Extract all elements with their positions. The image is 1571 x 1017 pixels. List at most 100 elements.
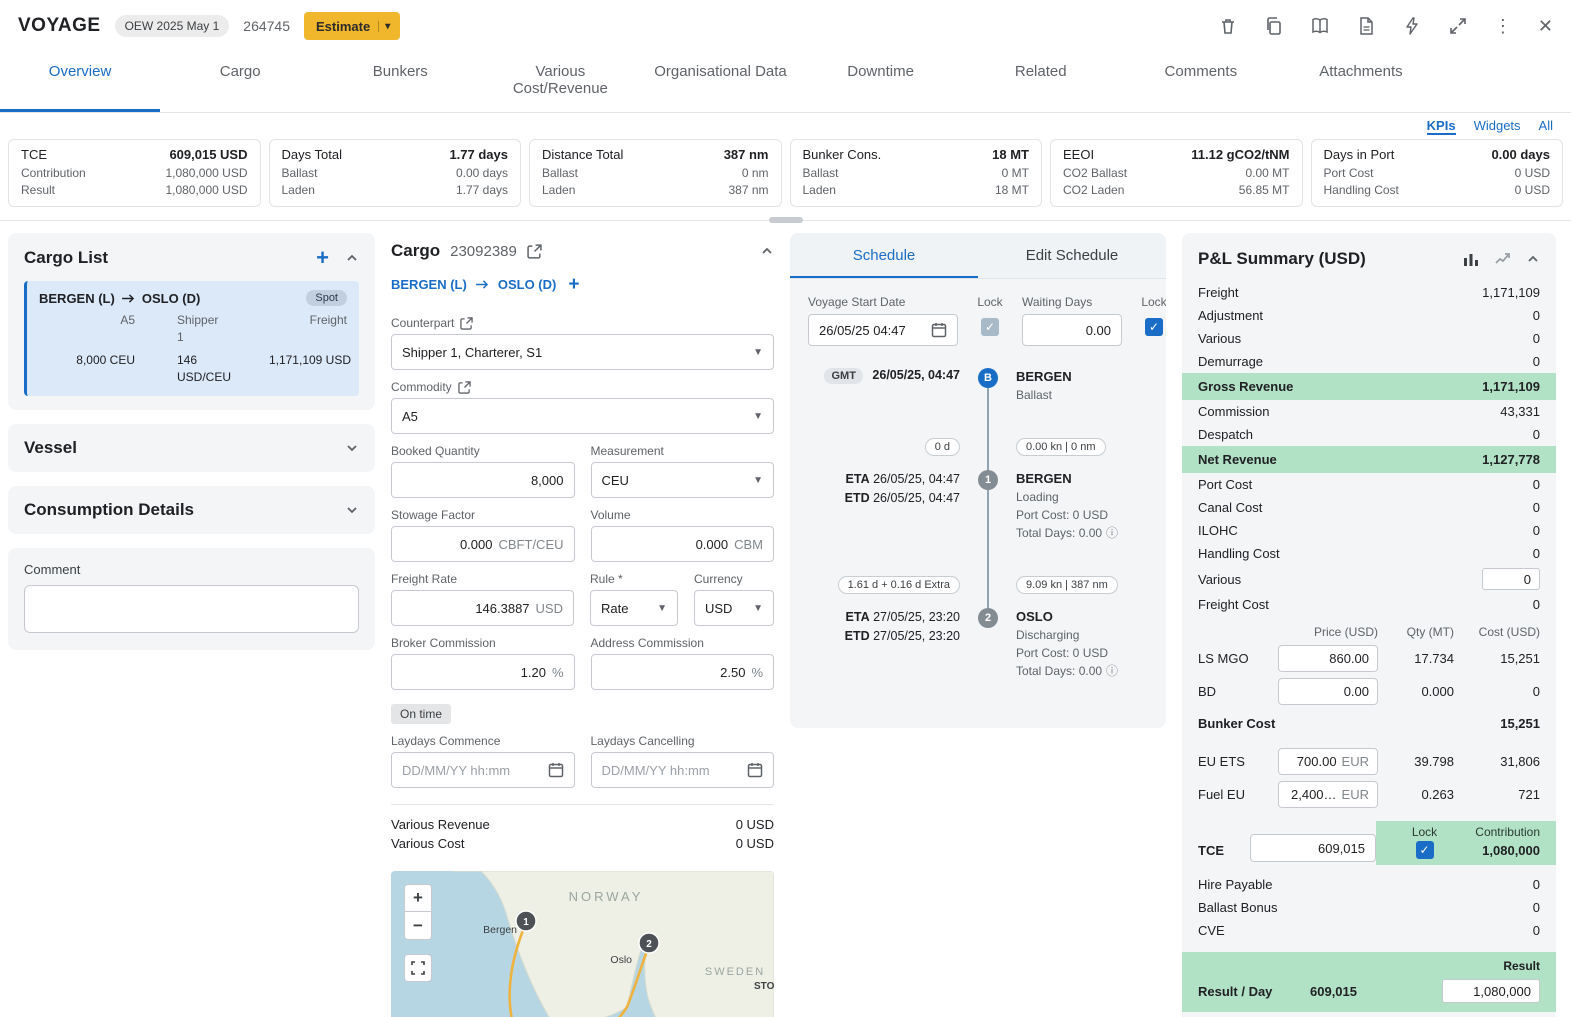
- bar-chart-icon[interactable]: [1462, 250, 1480, 268]
- info-icon[interactable]: ⓘ: [1106, 664, 1118, 678]
- calendar-icon[interactable]: [931, 322, 947, 338]
- stop-activity: Discharging: [1016, 626, 1148, 644]
- counterpart-external-icon[interactable]: [460, 317, 473, 330]
- view-link-kpis[interactable]: KPIs: [1427, 118, 1456, 135]
- booked-quantity-input[interactable]: 8,000: [391, 462, 575, 498]
- chevron-down-icon[interactable]: [345, 503, 359, 517]
- open-cargo-external-icon[interactable]: [527, 244, 542, 259]
- view-link-all[interactable]: All: [1539, 118, 1553, 135]
- add-cargo-icon[interactable]: +: [316, 247, 329, 269]
- map-fullscreen-button[interactable]: [404, 954, 432, 982]
- vessel-panel[interactable]: Vessel: [8, 424, 375, 472]
- trend-chart-icon[interactable]: [1494, 250, 1512, 268]
- tab-various-cost-revenue[interactable]: Various Cost/Revenue: [480, 52, 640, 112]
- tce-section: TCE 609,015 Lock Contribution ✓ 1,080,00…: [1182, 821, 1556, 865]
- tab-attachments[interactable]: Attachments: [1281, 52, 1441, 112]
- map-zoom-in-button[interactable]: +: [404, 884, 432, 912]
- counterpart-select[interactable]: Shipper 1, Charterer, S1 ▼: [391, 334, 774, 370]
- tab-schedule-view[interactable]: Schedule: [790, 233, 978, 278]
- tab-edit-schedule[interactable]: Edit Schedule: [978, 233, 1166, 278]
- stowage-factor-input[interactable]: 0.000CBFT/CEU: [391, 526, 575, 562]
- add-port-icon[interactable]: +: [568, 275, 579, 294]
- broker-commission-input[interactable]: 1.20%: [391, 654, 575, 690]
- tab-related[interactable]: Related: [961, 52, 1121, 112]
- chevron-up-icon[interactable]: [1526, 252, 1540, 266]
- schedule-column: Schedule Edit Schedule Voyage Start Date…: [790, 233, 1166, 728]
- map-zoom-out-button[interactable]: −: [404, 912, 432, 940]
- tab-downtime[interactable]: Downtime: [801, 52, 961, 112]
- tab-organisational-data[interactable]: Organisational Data: [640, 52, 800, 112]
- comment-input[interactable]: [24, 585, 359, 633]
- port-link-bergen[interactable]: BERGEN (L): [391, 277, 467, 292]
- voyage-start-date-input[interactable]: 26/05/25 04:47: [808, 314, 958, 346]
- broker-commission-unit: %: [552, 665, 564, 680]
- copy-icon[interactable]: [1264, 16, 1284, 36]
- pnl-row-label: Freight: [1198, 284, 1238, 301]
- info-icon[interactable]: ⓘ: [1106, 526, 1118, 540]
- waiting-days-lock-checkbox[interactable]: ✓: [1145, 318, 1163, 336]
- map-marker-1[interactable]: 1: [523, 917, 529, 928]
- expand-icon[interactable]: [1448, 16, 1468, 36]
- pnl-title: P&L Summary (USD): [1198, 249, 1448, 269]
- freight-rate-input[interactable]: 146.3887USD: [391, 590, 574, 626]
- more-menu-icon[interactable]: ⋮: [1494, 17, 1512, 35]
- tab-overview[interactable]: Overview: [0, 52, 160, 112]
- voyage-start-lock-checkbox[interactable]: ✓: [981, 318, 999, 336]
- various-cost-input[interactable]: 0: [1482, 568, 1540, 590]
- calendar-icon[interactable]: [548, 762, 564, 778]
- tab-cargo[interactable]: Cargo: [160, 52, 320, 112]
- fuel-eu-cost: 721: [1464, 787, 1540, 802]
- laydays-commence-input[interactable]: DD/MM/YY hh:mm: [391, 752, 575, 788]
- tce-input[interactable]: 609,015: [1250, 834, 1376, 862]
- estimate-dropdown-caret[interactable]: ▾: [378, 21, 396, 32]
- bunker-cost-value: 15,251: [1464, 651, 1540, 666]
- kpi-sub-label: CO2 Ballast: [1063, 165, 1127, 182]
- volume-input[interactable]: 0.000CBM: [591, 526, 775, 562]
- view-link-widgets[interactable]: Widgets: [1474, 118, 1521, 135]
- calendar-icon[interactable]: [747, 762, 763, 778]
- address-commission-input[interactable]: 2.50%: [591, 654, 775, 690]
- timeline-marker-1[interactable]: 1: [978, 470, 998, 490]
- eu-ets-price-input[interactable]: 700.00EUR: [1278, 748, 1378, 775]
- lock-label: Lock: [972, 295, 1008, 309]
- bunker-cost-total-label: Bunker Cost: [1198, 715, 1275, 732]
- kpi-value: 0.00 days: [1491, 147, 1550, 162]
- kpi-label: Days in Port: [1324, 147, 1395, 162]
- timeline-marker-2[interactable]: 2: [978, 608, 998, 628]
- chevron-down-icon[interactable]: [345, 441, 359, 455]
- report-book-icon[interactable]: [1310, 16, 1330, 36]
- resize-handle[interactable]: [769, 217, 803, 223]
- pdf-export-icon[interactable]: [1356, 16, 1376, 36]
- fuel-eu-price-input[interactable]: 2,400…EUR: [1278, 781, 1378, 808]
- commodity-external-icon[interactable]: [458, 381, 471, 394]
- pnl-row-label: Hire Payable: [1198, 876, 1272, 893]
- various-cost-label: Various Cost: [391, 834, 464, 853]
- cargo-list-item[interactable]: BERGEN (L) OSLO (D) Spot A5 Shipper 1 Fr…: [24, 281, 359, 396]
- route-map[interactable]: NORWAY SWEDEN STOC North Bergen Oslo 1 2…: [391, 871, 774, 1017]
- port-link-oslo[interactable]: OSLO (D): [498, 277, 557, 292]
- bd-price-input[interactable]: 0.00: [1278, 678, 1378, 705]
- estimate-button[interactable]: Estimate ▾: [304, 12, 400, 40]
- voyage-start-date-label: Voyage Start Date: [808, 295, 958, 309]
- map-marker-2[interactable]: 2: [646, 939, 652, 950]
- waiting-days-input[interactable]: 0.00: [1022, 314, 1122, 346]
- lsmgo-price-input[interactable]: 860.00: [1278, 645, 1378, 672]
- result-total-input[interactable]: 1,080,000: [1442, 979, 1540, 1003]
- close-icon[interactable]: ✕: [1538, 17, 1553, 35]
- flash-icon[interactable]: [1402, 16, 1422, 36]
- rule-select[interactable]: Rate ▼: [590, 590, 678, 626]
- timeline-marker-ballast[interactable]: B: [978, 368, 998, 388]
- tce-lock-checkbox[interactable]: ✓: [1416, 841, 1434, 859]
- tab-comments[interactable]: Comments: [1121, 52, 1281, 112]
- tab-bunkers[interactable]: Bunkers: [320, 52, 480, 112]
- consumption-details-panel[interactable]: Consumption Details: [8, 486, 375, 534]
- delete-icon[interactable]: [1218, 16, 1238, 36]
- laydays-cancelling-input[interactable]: DD/MM/YY hh:mm: [591, 752, 775, 788]
- commodity-select[interactable]: A5 ▼: [391, 398, 774, 434]
- measurement-select[interactable]: CEU ▼: [591, 462, 775, 498]
- kpi-sub-value: 0.00 MT: [1245, 165, 1289, 182]
- ontime-badge: On time: [391, 704, 451, 724]
- chevron-up-icon[interactable]: [760, 244, 774, 258]
- chevron-up-icon[interactable]: [345, 251, 359, 265]
- currency-select[interactable]: USD ▼: [694, 590, 774, 626]
